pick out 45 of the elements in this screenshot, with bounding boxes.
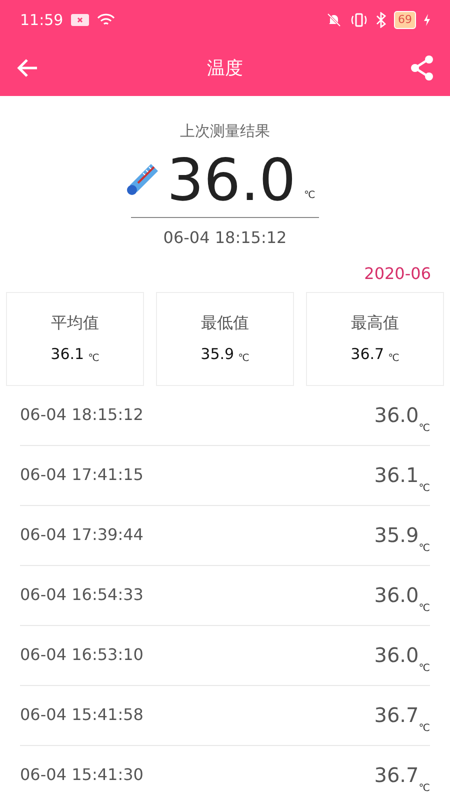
latest-temperature: 36.0 [166,150,296,208]
caption: 上次测量结果 [180,121,270,142]
record-value: 36.0 [374,582,419,609]
record-time: 06-04 15:41:30 [20,764,144,786]
wifi-icon [97,13,116,27]
bluetooth-icon [376,12,386,28]
toolbar-title: 温度 [207,56,243,80]
unit-label: ℃ [418,602,430,616]
unit-label: ℃ [418,782,430,796]
record-time: 06-04 16:53:10 [20,644,144,666]
stat-label: 平均值 [51,312,99,334]
mute-icon [326,12,342,28]
stat-label: 最低值 [201,312,249,334]
unit-label: ℃ [418,542,430,556]
record-value: 36.7 [374,762,419,789]
record-time: 06-04 17:41:15 [20,464,144,486]
record-value: 36.0 [374,642,419,669]
stat-value: 36.1 [50,344,84,366]
record-time: 06-04 16:54:33 [20,584,144,606]
share-icon[interactable] [410,55,434,81]
unit-label: ℃ [388,352,400,366]
vibrate-icon [350,12,368,28]
unit-label: ℃ [88,352,100,366]
stat-value: 36.7 [350,344,384,366]
stat-label: 最高值 [351,312,399,334]
record-time: 06-04 17:39:44 [20,524,144,546]
unit-label: ℃ [418,482,430,496]
unit-label: ℃ [418,422,430,436]
unit-label: ℃ [418,722,430,736]
record-time: 06-04 18:15:12 [20,404,144,426]
measure-time: 06-04 18:15:12 [163,226,287,248]
sim-icon [71,14,90,26]
charging-icon [424,14,430,26]
record-value: 35.9 [374,522,419,549]
unit-label: ℃ [238,352,250,366]
stat-value: 35.9 [200,344,234,366]
unit-label: ℃ [418,662,430,676]
record-value: 36.1 [374,462,419,489]
status-time: 11:59 [20,10,64,31]
battery-level: 69 [394,10,416,30]
record-time: 06-04 15:41:58 [20,704,144,726]
record-value: 36.0 [374,402,419,429]
month-label[interactable]: 2020-06 [364,262,431,286]
record-value: 36.7 [374,702,419,729]
unit-label: ℃ [304,188,316,202]
